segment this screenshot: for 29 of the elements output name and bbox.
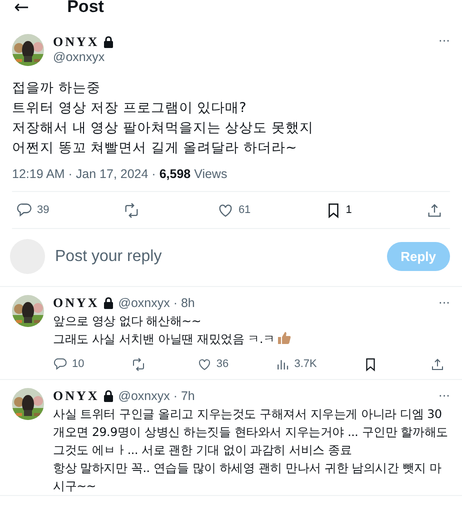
display-name[interactable]: ONYX <box>53 295 100 311</box>
reply-meta: @oxnxyx · 7h <box>118 389 195 403</box>
back-button[interactable]: ← <box>14 0 30 18</box>
count: 36 <box>216 358 229 370</box>
heart-icon[interactable] <box>197 356 212 372</box>
reply-icon[interactable] <box>53 356 68 372</box>
count: 1 <box>346 204 352 216</box>
reply-meta: @oxnxyx · 8h <box>118 296 195 310</box>
count: 3.7K <box>294 358 317 370</box>
reply-text: 앞으로 영상 없다 해산해~~ 그래도 사실 서치밴 아닐땐 재밌었음 ㅋ.ㅋ <box>53 312 450 348</box>
reply-icon[interactable] <box>16 202 33 218</box>
heart-icon[interactable] <box>217 202 234 218</box>
display-name[interactable]: ONYX <box>53 388 100 404</box>
more-button[interactable]: ··· <box>438 34 450 48</box>
repost-icon[interactable] <box>123 202 140 218</box>
reply-text: 사실 트위터 구인글 올리고 지우는것도 구해져서 지우는게 아니라 디엠 30개오면 29.9명이 상병신 하는짓들 현타와서 지우는거야 ... 구인만 할까해도 그것도 에ㅂㅏ... 서로 괜한 기대 없이 과감히 서비스 종료 항상 말하지만 꼭.. 연습들 많이 하세영 괜히 만나서 귀한 남의시간 뺏지 마시구~~ <box>53 406 449 495</box>
more-button[interactable]: ··· <box>438 389 450 403</box>
post-meta: 12:19 AM · Jan 17, 2024 · 6,598 Views <box>12 167 450 192</box>
count: 39 <box>37 204 50 216</box>
share-icon[interactable] <box>430 356 446 372</box>
repost-icon[interactable] <box>130 356 146 372</box>
count: 61 <box>238 204 251 216</box>
display-name[interactable]: ONYX <box>53 34 100 50</box>
page-title: Post <box>67 0 104 17</box>
more-button[interactable]: ··· <box>438 296 450 310</box>
post-text: 접을까 하는중 트위터 영상 저장 프로그램이 있다매? 저장해서 내 영상 팔아쳐먹을지는 상상도 못했지 어쩐지 똥꼬 쳐빨면서 길게 올려달라 하더라~ <box>12 79 314 158</box>
share-icon[interactable] <box>426 202 443 218</box>
count: 10 <box>72 358 84 370</box>
username[interactable]: @oxnxyx <box>53 50 114 64</box>
